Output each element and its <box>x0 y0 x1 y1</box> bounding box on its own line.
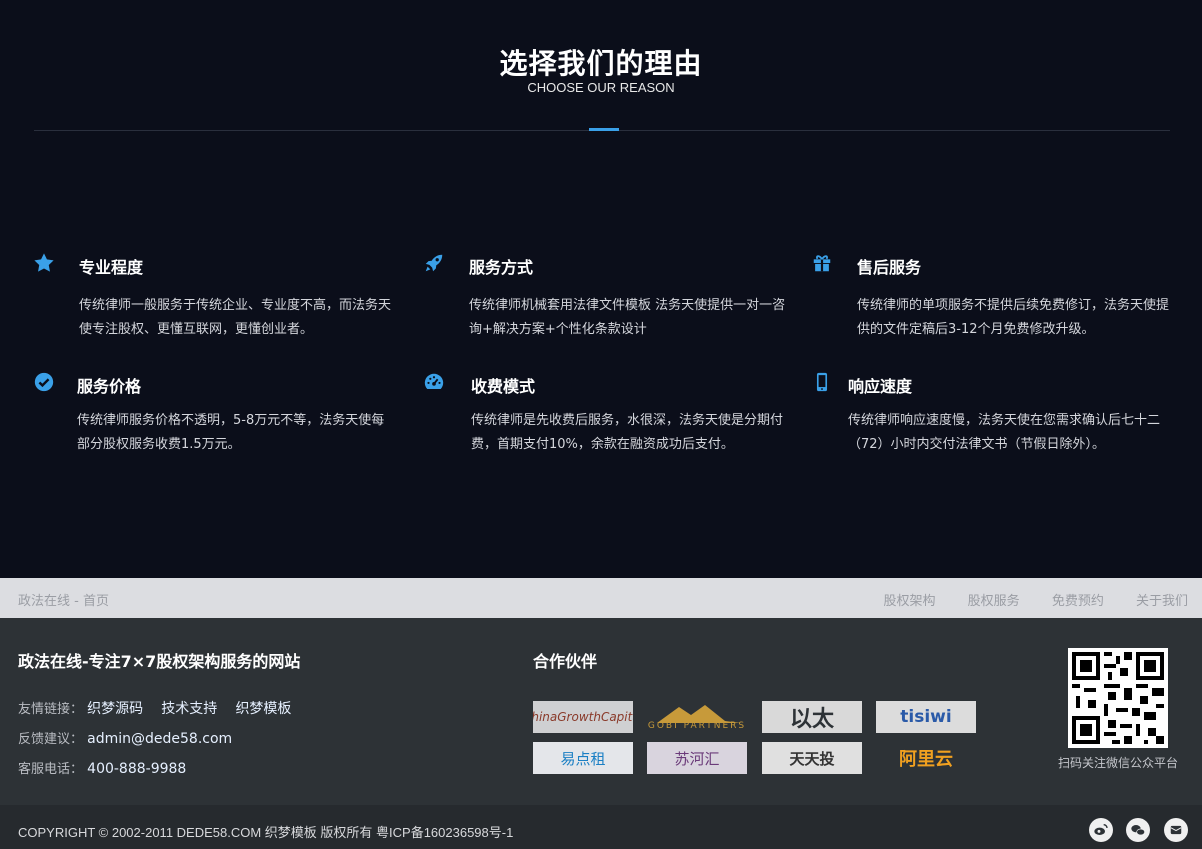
feature-title: 服务方式 <box>469 258 534 277</box>
footer: 政法在线-专注7×7股权架构服务的网站 友情链接： 织梦源码 技术支持 织梦模板… <box>0 618 1202 805</box>
section-title: 选择我们的理由 <box>499 47 703 80</box>
feature-desc: 传统律师机械套用法律文件模板 法务天使提供一对一咨询+解决方案+个性化条款设计 <box>469 298 786 337</box>
partner-logo[interactable]: 阿里云 <box>876 742 976 774</box>
reason-section: 选择我们的理由 CHOOSE OUR REASON 专业程度 传统律师一般服务于… <box>0 0 1202 578</box>
copyright-bar: COPYRIGHT © 2002-2011 DEDE58.COM 织梦模板 版权… <box>0 805 1202 849</box>
mobile-icon <box>816 372 828 392</box>
feature-title: 收费模式 <box>471 377 536 396</box>
feature-desc: 传统律师响应速度慢，法务天使在您需求确认后七十二（72）小时内交付法律文书（节假… <box>848 413 1161 452</box>
partner-logo[interactable]: 以太 <box>762 701 862 733</box>
feedback-label: 反馈建议： <box>18 732 84 747</box>
breadcrumb[interactable]: 政法在线 - 首页 <box>18 590 109 609</box>
nav-link-equity-structure[interactable]: 股权架构 <box>884 594 936 609</box>
friend-link-tech-support[interactable]: 技术支持 <box>161 701 217 717</box>
rocket-icon <box>425 254 443 272</box>
dashboard-icon <box>424 373 444 390</box>
wechat-icon[interactable] <box>1126 818 1150 842</box>
friend-link-dede-source[interactable]: 织梦源码 <box>87 701 143 717</box>
partner-logo[interactable]: ChinaGrowthCapital <box>533 701 633 733</box>
weibo-icon[interactable] <box>1089 818 1113 842</box>
footer-nav-bar: 政法在线 - 首页 股权架构 股权服务 免费预约 关于我们 <box>0 578 1202 618</box>
site-title: 政法在线-专注7×7股权架构服务的网站 <box>18 652 301 671</box>
nav-link-about-us[interactable]: 关于我们 <box>1136 594 1188 609</box>
feature-desc: 传统律师一般服务于传统企业、专业度不高，而法务天使专注股权、更懂互联网，更懂创业… <box>79 298 392 337</box>
feature-desc: 传统律师是先收费后服务，水很深，法务天使是分期付费，首期支付10%，余款在融资成… <box>471 413 784 452</box>
qr-code <box>1068 648 1168 748</box>
feature-title: 专业程度 <box>79 258 144 277</box>
partners-title: 合作伙伴 <box>533 652 598 671</box>
friend-links-label: 友情链接： <box>18 702 84 717</box>
gift-icon <box>813 255 831 272</box>
message-icon[interactable] <box>1164 818 1188 842</box>
feedback-row: 反馈建议： admin@dede58.com <box>18 728 246 747</box>
copyright-text: COPYRIGHT © 2002-2011 DEDE58.COM 织梦模板 版权… <box>18 825 514 840</box>
friend-links-row: 友情链接： 织梦源码 技术支持 织梦模板 <box>18 698 305 718</box>
partner-logo-mountain-icon <box>657 705 741 723</box>
check-circle-icon <box>34 372 54 392</box>
feature-title: 售后服务 <box>857 258 922 277</box>
partner-logo[interactable]: 天天投 <box>762 742 862 774</box>
feedback-email-link[interactable]: admin@dede58.com <box>87 731 232 747</box>
partner-logo[interactable]: tisiwi <box>876 701 976 733</box>
feature-title: 服务价格 <box>77 377 142 396</box>
star-icon <box>34 253 54 272</box>
section-subtitle: CHOOSE OUR REASON <box>527 80 675 95</box>
qr-caption: 扫码关注微信公众平台 <box>1057 756 1178 770</box>
partner-logo[interactable]: 易点租 <box>533 742 633 774</box>
friend-link-dede-template[interactable]: 织梦模板 <box>235 701 291 717</box>
feature-desc: 传统律师的单项服务不提供后续免费修订，法务天使提供的文件定稿后3-12个月免费修… <box>857 298 1170 337</box>
partner-logo[interactable]: 苏河汇 <box>647 742 747 774</box>
divider-accent <box>589 128 619 131</box>
feature-title: 响应速度 <box>848 377 913 396</box>
footer-nav-links: 股权架构 股权服务 免费预约 关于我们 <box>856 590 1188 609</box>
service-phone-number[interactable]: 400-888-9988 <box>87 761 186 777</box>
feature-desc: 传统律师服务价格不透明，5-8万元不等，法务天使每部分股权服务收费1.5万元。 <box>77 413 385 452</box>
nav-link-free-booking[interactable]: 免费预约 <box>1052 594 1104 609</box>
service-phone-label: 客服电话： <box>18 762 84 777</box>
service-phone-row: 客服电话： 400-888-9988 <box>18 758 200 777</box>
nav-link-equity-service[interactable]: 股权服务 <box>968 594 1020 609</box>
